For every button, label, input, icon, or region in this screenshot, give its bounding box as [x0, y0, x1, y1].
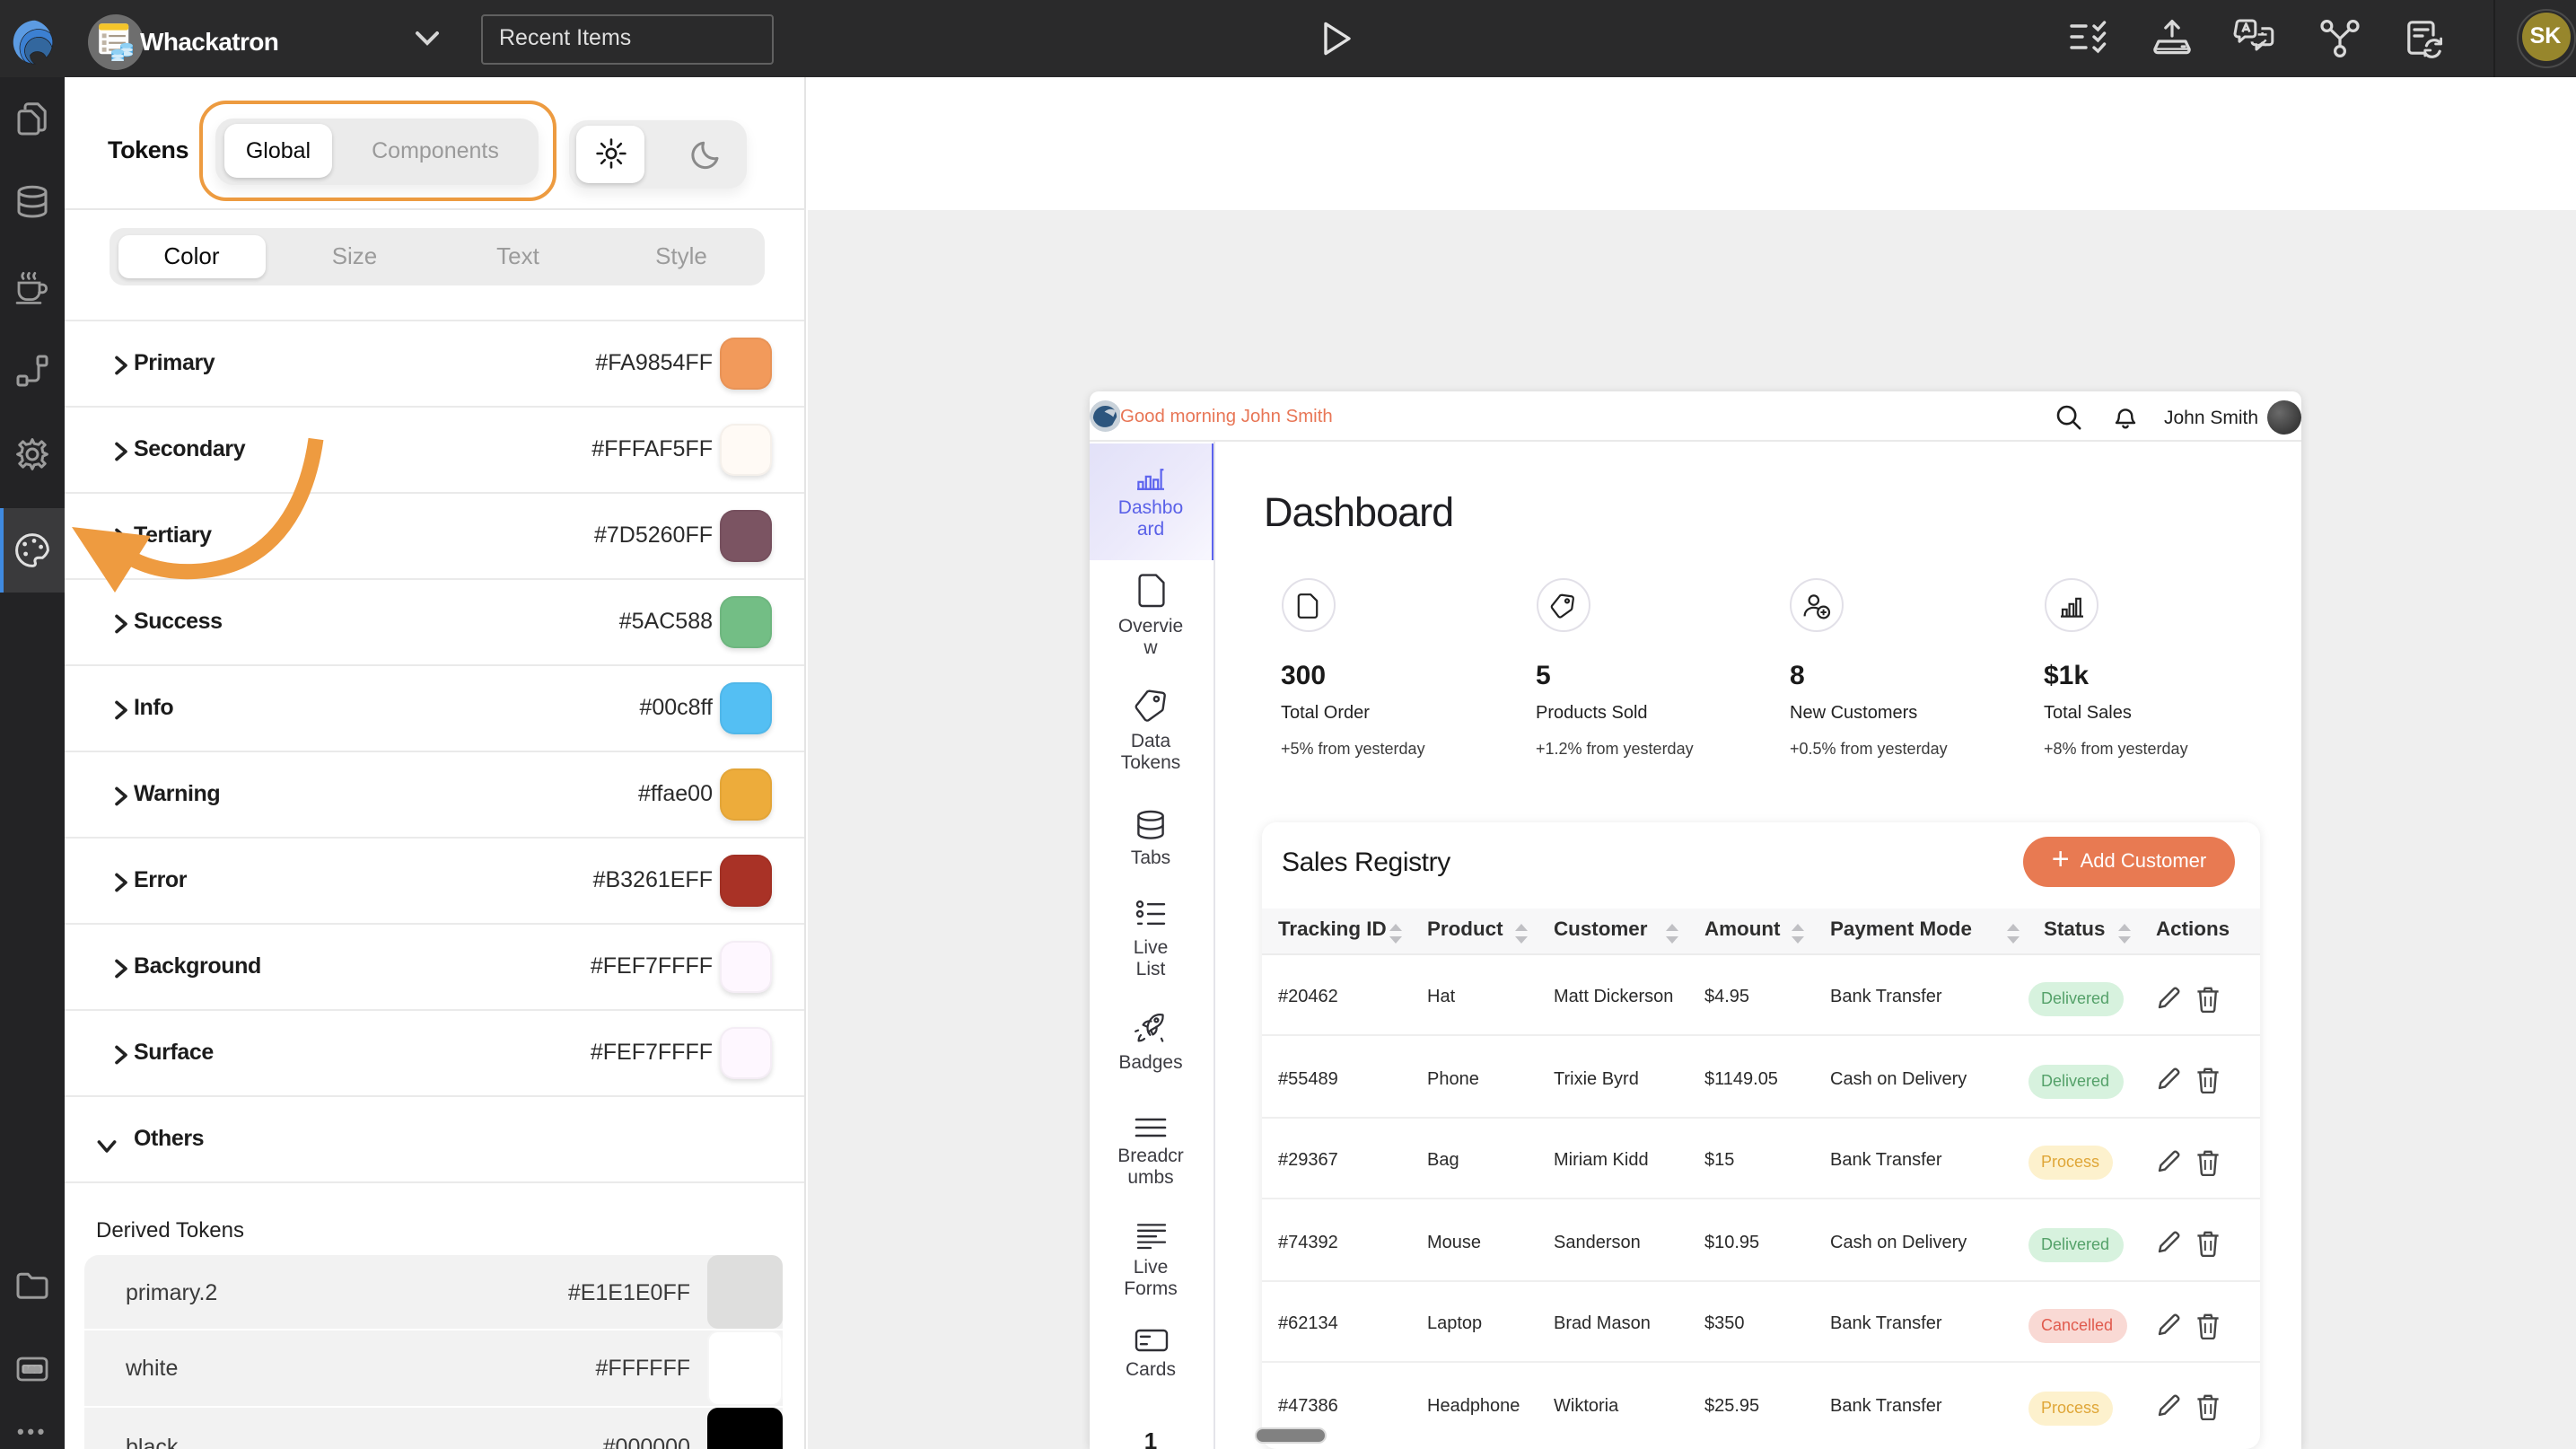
svg-text:LOG: LOG	[25, 1366, 40, 1374]
